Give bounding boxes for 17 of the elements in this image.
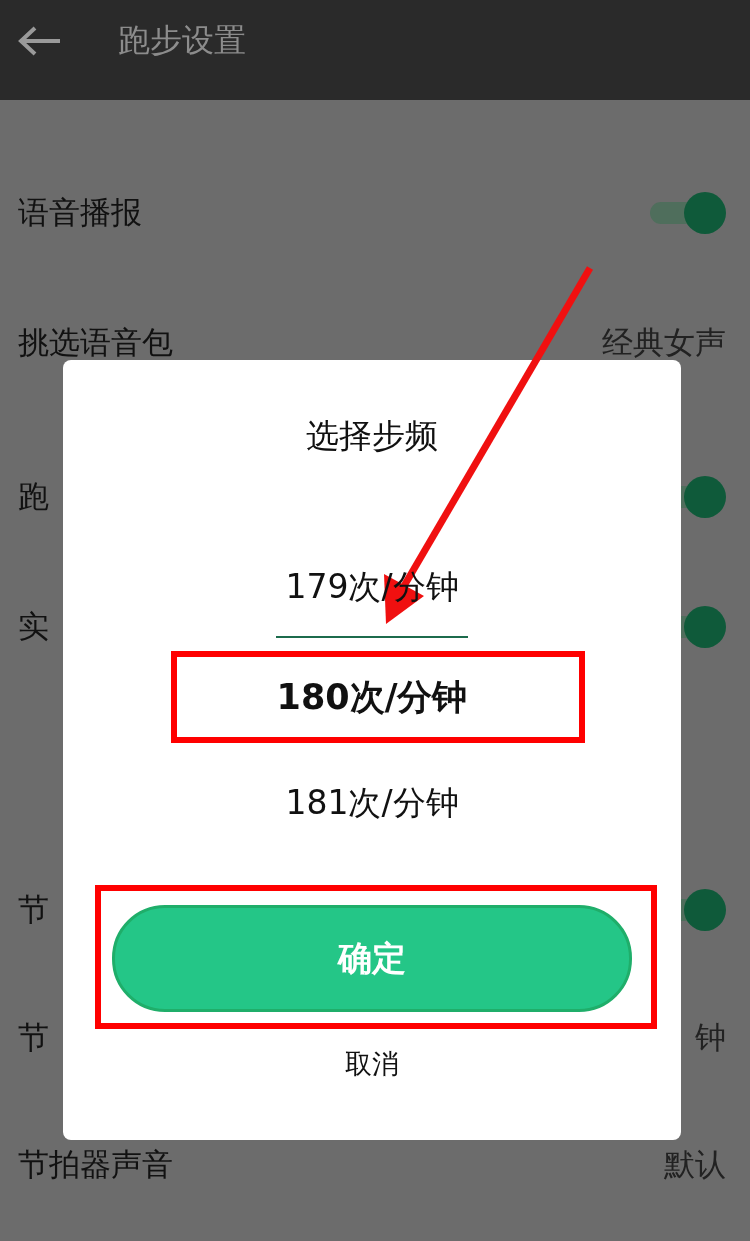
setting-label: 节 bbox=[18, 890, 49, 929]
screen-title: 跑步设置 bbox=[118, 20, 246, 61]
setting-label: 节 bbox=[18, 1018, 49, 1057]
picker-option[interactable]: 181次/分钟 bbox=[285, 773, 459, 833]
setting-value: 经典女声 bbox=[602, 323, 726, 362]
setting-value: 钟 bbox=[695, 1018, 726, 1057]
setting-value: 默认 bbox=[664, 1145, 726, 1184]
setting-label: 挑选语音包 bbox=[18, 323, 173, 362]
cancel-button[interactable]: 取消 bbox=[337, 1042, 407, 1086]
picker-option[interactable]: 180次/分钟 bbox=[276, 667, 468, 727]
back-arrow-icon[interactable] bbox=[18, 26, 62, 56]
setting-label: 语音播报 bbox=[18, 193, 142, 232]
setting-label: 实 bbox=[18, 607, 49, 646]
dialog-title: 选择步频 bbox=[306, 416, 438, 456]
setting-label: 节拍器声音 bbox=[18, 1145, 173, 1184]
setting-label: 跑 bbox=[18, 477, 49, 516]
toggle-switch[interactable] bbox=[650, 192, 726, 234]
